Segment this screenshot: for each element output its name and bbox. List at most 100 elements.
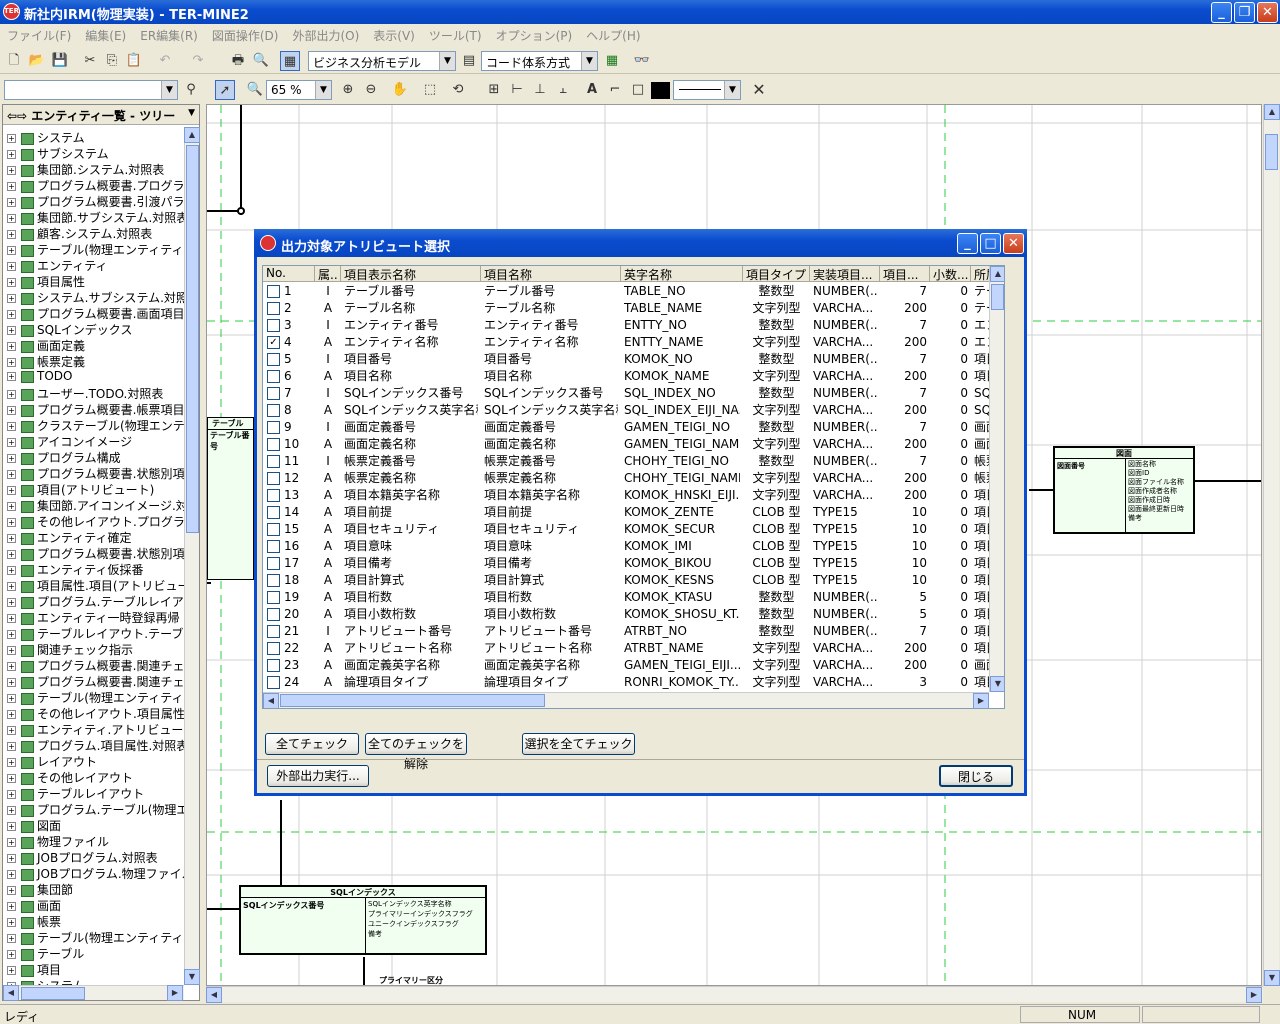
column-header[interactable]: 英字名称 <box>621 266 743 282</box>
copy-icon[interactable]: ⎘ <box>102 51 122 71</box>
tree-item[interactable]: + プログラム.テーブルレイアウト.対 <box>3 593 184 609</box>
fit-icon[interactable]: ⬚ <box>420 80 440 100</box>
row-checkbox[interactable] <box>267 642 280 655</box>
tree-vscrollbar[interactable]: ▲ ▼ <box>184 127 200 985</box>
scroll-up-icon[interactable]: ▲ <box>1264 104 1280 120</box>
table-row[interactable]: 22 A アトリビュート名称 アトリビュート名称 ATRBT_NAME 文字列型 VARCH… <box>263 640 989 657</box>
table-row[interactable]: 15 A 項目セキュリティ 項目セキュリティ KOMOK_SECUR CLOB 型 TYPE… <box>263 521 989 538</box>
expand-icon[interactable]: + <box>7 726 16 735</box>
expand-icon[interactable]: + <box>7 950 16 959</box>
expand-icon[interactable]: + <box>7 838 16 847</box>
column-header[interactable]: No. <box>263 266 315 282</box>
tree-item[interactable]: + テーブル(物理エンティティ).SQ <box>3 929 184 945</box>
column-header[interactable]: 実装項目... <box>810 266 880 282</box>
table-row[interactable]: 6 A 項目名称 項目名称 KOMOK_NAME 文字列型 VARCHA... 200 0 項目 <box>263 368 989 385</box>
tree-item[interactable]: + 物理ファイル <box>3 833 109 849</box>
tree-item[interactable]: + プログラム.テーブル(物理エンテ <box>3 801 184 817</box>
expand-icon[interactable]: + <box>7 278 16 287</box>
scroll-down-icon[interactable]: ▼ <box>1264 970 1280 986</box>
grid-icon[interactable]: ▦ <box>602 51 622 71</box>
export-execute-button[interactable]: 外部出力実行... <box>267 765 369 787</box>
row-checkbox[interactable] <box>267 540 280 553</box>
zoom-in-icon[interactable]: ⊕ <box>338 80 358 100</box>
scroll-left-icon[interactable]: ◀ <box>206 987 222 1003</box>
check-selected-button[interactable]: 選択を全てチェック <box>522 733 635 755</box>
close-x-icon[interactable]: ✕ <box>749 80 769 100</box>
tree-item[interactable]: + 項目(アトリビュート) <box>3 481 154 497</box>
relation2-tool-icon[interactable]: ⊥ <box>530 80 550 100</box>
row-checkbox[interactable] <box>267 455 280 468</box>
tree-item[interactable]: + プログラム概要書.プログラムアク <box>3 177 184 193</box>
table-row[interactable]: 11 I 帳票定義番号 帳票定義番号 CHOHY_TEIGI_NO 整数型 NUMBER(.… <box>263 453 989 470</box>
cut-icon[interactable]: ✂ <box>80 51 100 71</box>
tree-item[interactable]: + テーブルレイアウト.テーブル(物 <box>3 625 184 641</box>
menu-file[interactable]: ファイル(F) <box>0 24 78 47</box>
scroll-up-icon[interactable]: ▲ <box>990 266 1004 282</box>
scroll-thumb[interactable] <box>1265 134 1278 170</box>
tree-item[interactable]: + 項目属性.項目(アトリビュート) <box>3 577 184 593</box>
tree-item[interactable]: + 集団節.アイコンイメージ.対照表 <box>3 497 184 513</box>
expand-icon[interactable]: + <box>7 662 16 671</box>
expand-icon[interactable]: + <box>7 806 16 815</box>
uncheck-all-button[interactable]: 全てのチェックを解除 <box>365 733 467 771</box>
tree-item[interactable]: + プログラム概要書.関連チェック対 <box>3 673 184 689</box>
table-row[interactable]: ✓ 4 A エンティティ名称 エンティティ名称 ENTTY_NAME 文字列型 VARCHA.… <box>263 334 989 351</box>
scroll-right-icon[interactable]: ▶ <box>973 693 989 708</box>
row-checkbox[interactable] <box>267 438 280 451</box>
column-header[interactable]: 項目... <box>880 266 930 282</box>
expand-icon[interactable]: + <box>7 486 16 495</box>
tree-item[interactable]: + エンティティ確定 <box>3 529 132 545</box>
expand-icon[interactable]: + <box>7 758 16 767</box>
tree-item[interactable]: + 画面定義 <box>3 337 85 353</box>
row-checkbox[interactable] <box>267 676 280 689</box>
menu-help[interactable]: ヘルプ(H) <box>579 24 647 47</box>
row-checkbox[interactable] <box>267 489 280 502</box>
color-swatch[interactable] <box>651 82 670 99</box>
tree-item[interactable]: + JOBプログラム.物理ファイル.対 <box>3 865 184 881</box>
expand-icon[interactable]: + <box>7 902 16 911</box>
table-row[interactable]: 7 I SQLインデックス番号 SQLインデックス番号 SQL_INDEX_NO 整数型 N… <box>263 385 989 402</box>
tree-hscrollbar[interactable]: ◀ ▶ <box>3 985 184 1001</box>
find-icon[interactable]: ⚲ <box>181 80 201 100</box>
tree-item[interactable]: + エンティティ <box>3 257 108 273</box>
tree-item[interactable]: + プログラム.項目属性.対照表 <box>3 737 184 753</box>
tree-item[interactable]: + プログラム概要書.状態別項目 <box>3 545 184 561</box>
row-checkbox[interactable] <box>267 659 280 672</box>
tree-item[interactable]: + テーブル <box>3 945 84 961</box>
tree-item[interactable]: + レイアウト <box>3 753 97 769</box>
row-checkbox[interactable] <box>267 387 280 400</box>
expand-icon[interactable]: + <box>7 854 16 863</box>
expand-icon[interactable]: + <box>7 550 16 559</box>
tree-item[interactable]: + サブシステム <box>3 145 109 161</box>
tree-item[interactable]: + 帳票定義 <box>3 353 85 369</box>
table-row[interactable]: 21 I アトリビュート番号 アトリビュート番号 ATRBT_NO 整数型 NUMBER(.… <box>263 623 989 640</box>
minimize-button[interactable]: _ <box>957 233 978 254</box>
expand-icon[interactable]: + <box>7 372 16 381</box>
tree-item[interactable]: + クラステーブル(物理エンティティ <box>3 417 184 433</box>
redo-icon[interactable]: ↷ <box>188 51 208 71</box>
line-style-select[interactable]: ▼ <box>673 80 741 100</box>
entity-table[interactable]: テーブル テーブル番号 <box>207 417 254 580</box>
rect-tool-icon[interactable]: □ <box>628 80 648 100</box>
maximize-button[interactable]: □ <box>980 233 1001 254</box>
menu-edit[interactable]: 編集(E) <box>78 24 133 47</box>
tree-item[interactable]: + テーブル(物理エンティティ).項目 <box>3 689 184 705</box>
tree-item[interactable]: + テーブル(物理エンティティ) <box>3 241 184 257</box>
zoom-icon[interactable]: 🔍 <box>245 80 265 100</box>
row-checkbox[interactable] <box>267 302 280 315</box>
close-button[interactable]: ✕ <box>1257 2 1278 23</box>
row-checkbox[interactable] <box>267 285 280 298</box>
expand-icon[interactable]: + <box>7 438 16 447</box>
table-row[interactable]: 2 A テーブル名称 テーブル名称 TABLE_NAME 文字列型 VARCHA... 200… <box>263 300 989 317</box>
grid-hscrollbar[interactable]: ◀ ▶ <box>263 692 989 708</box>
undo-icon[interactable]: ↶ <box>155 51 175 71</box>
scroll-right-icon[interactable]: ▶ <box>1246 987 1262 1003</box>
minimize-button[interactable]: _ <box>1211 2 1232 23</box>
row-checkbox[interactable] <box>267 608 280 621</box>
tree-item[interactable]: + システム.サブシステム.対照表 <box>3 289 184 305</box>
menu-er-edit[interactable]: ER編集(R) <box>133 24 205 47</box>
table-row[interactable]: 12 A 帳票定義名称 帳票定義名称 CHOHY_TEIGI_NAME 文字列型 VARCH… <box>263 470 989 487</box>
expand-icon[interactable]: + <box>7 822 16 831</box>
expand-icon[interactable]: + <box>7 326 16 335</box>
entity-sql-index[interactable]: SQLインデックス SQLインデックス番号 SQLインデックス英字名称 プライマ… <box>239 885 487 955</box>
